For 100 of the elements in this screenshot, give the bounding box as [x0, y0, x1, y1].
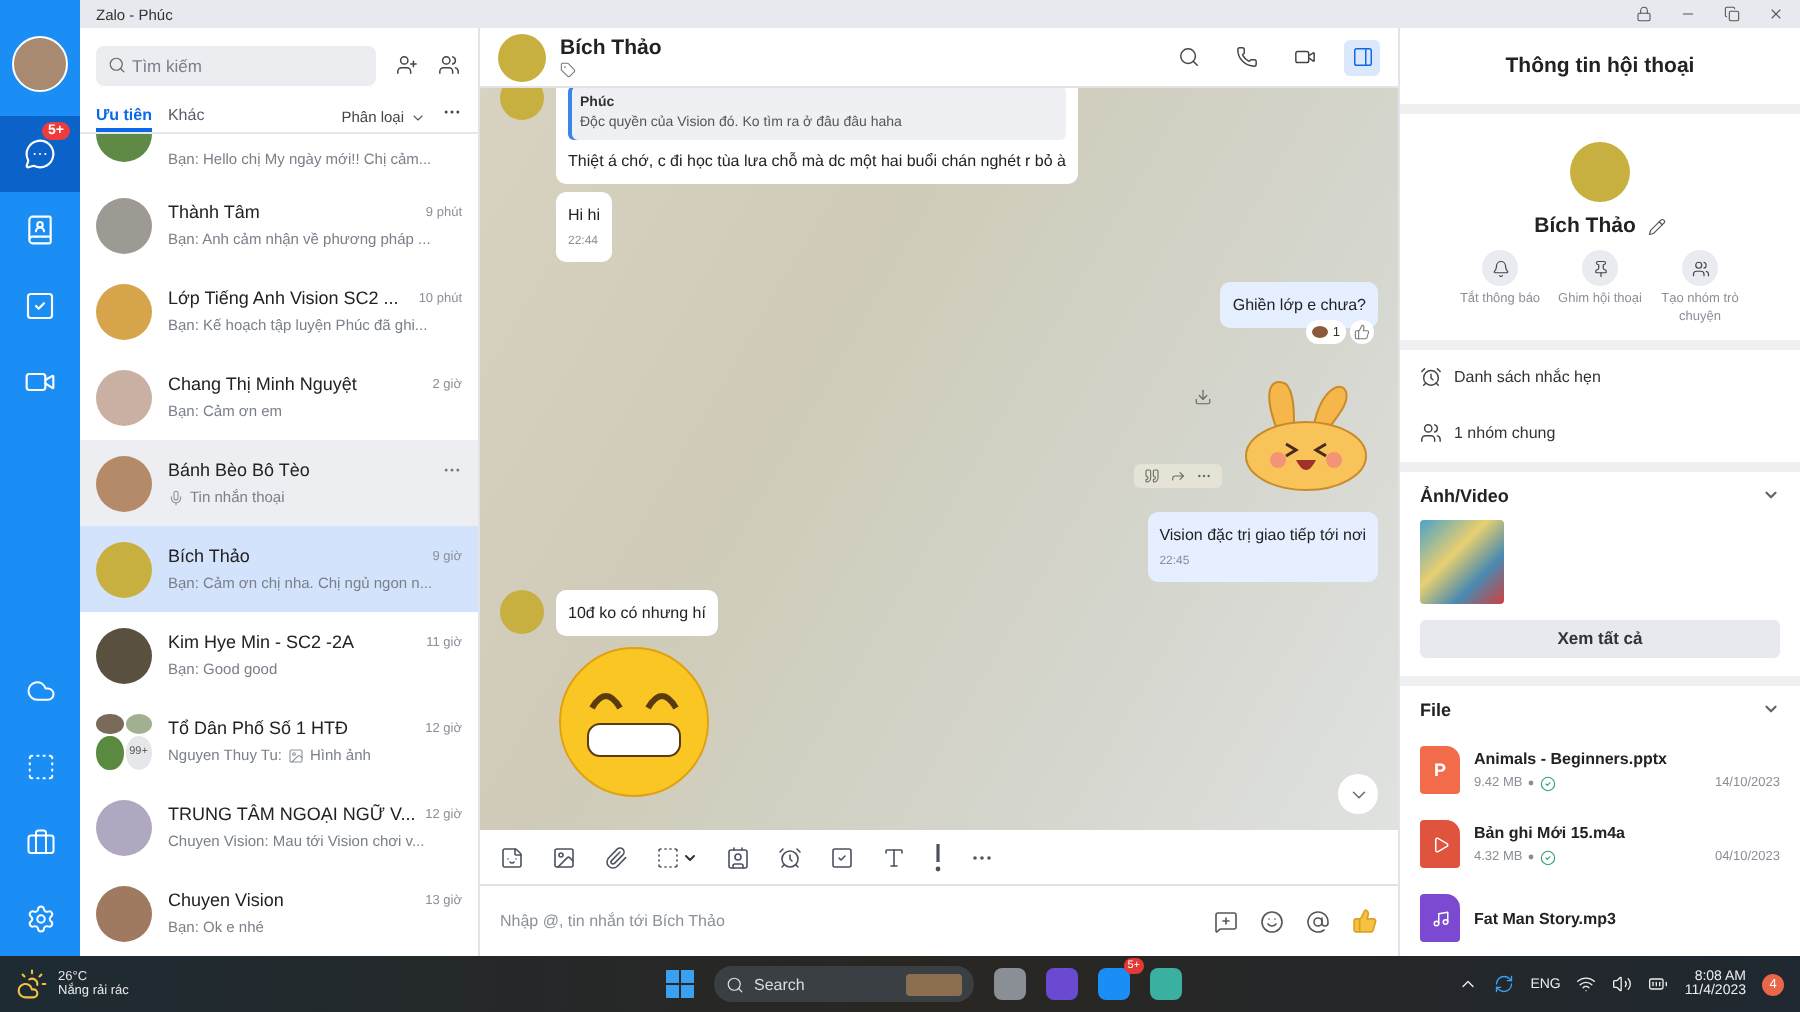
video-camera-icon [1293, 46, 1315, 68]
dashed-square-icon[interactable] [25, 751, 55, 781]
image-icon[interactable] [552, 845, 576, 869]
user-avatar[interactable] [12, 36, 68, 92]
exclamation-icon[interactable] [934, 843, 942, 871]
file-name[interactable]: Fat Man Story.mp3 [1474, 909, 1780, 928]
section-title: Ảnh/Video [1420, 485, 1509, 506]
edit-icon[interactable] [1647, 217, 1666, 235]
taskbar-app-icon[interactable] [1098, 968, 1130, 1000]
info-link[interactable]: Danh sách nhắc hẹn [1454, 368, 1601, 387]
alarm-clock-icon[interactable] [778, 845, 802, 869]
see-all-button[interactable]: Xem tất cả [1420, 619, 1780, 658]
avatar [96, 197, 152, 253]
settings-icon[interactable] [25, 903, 55, 933]
restore-icon[interactable] [1724, 6, 1740, 22]
group-icon [1691, 259, 1709, 277]
bullet-icon [1528, 854, 1535, 861]
image-thumbnail[interactable] [1420, 519, 1504, 604]
pin-icon [1591, 259, 1609, 277]
cloud-icon[interactable] [25, 675, 55, 705]
thumbs-up-icon[interactable] [1352, 908, 1378, 934]
list-tab[interactable]: Khác [167, 102, 205, 132]
speaker-icon[interactable] [1612, 974, 1633, 994]
avatar [96, 541, 152, 597]
action-button[interactable] [1582, 250, 1618, 286]
message-text: Ghiền lớp e chưa? [1232, 296, 1366, 314]
share-icon[interactable] [1170, 468, 1186, 484]
message-text: 10đ ko có nhưng hí [568, 604, 706, 622]
windows-logo-icon[interactable] [666, 970, 694, 998]
avatar [96, 799, 152, 855]
group-icon [1420, 422, 1442, 445]
file-name[interactable]: Bản ghi Mới 15.m4a [1474, 823, 1780, 842]
add-friend-icon[interactable] [396, 54, 418, 77]
chat-title: Bích Thảo [560, 36, 664, 60]
smile-icon[interactable] [1260, 909, 1284, 933]
avatar [96, 369, 152, 425]
message-text: Thiệt á chớ, c đi học tùa lưa chỗ mà dc một hai buổi chán nghét r bỏ à [568, 152, 1066, 170]
avatar [1570, 142, 1630, 202]
taskbar-app-icon[interactable] [994, 968, 1026, 1000]
file-icon [1420, 820, 1460, 869]
caret-icon[interactable] [682, 849, 698, 865]
sync-icon[interactable] [1494, 974, 1515, 994]
wifi-icon[interactable] [1576, 974, 1597, 994]
check-circle-icon [1540, 849, 1557, 866]
sticker-icon[interactable] [500, 845, 524, 869]
avatar [96, 885, 152, 941]
contact-name: Thành Tâm [168, 202, 262, 222]
taskbar-app-icon[interactable] [1046, 968, 1078, 1000]
contact-name: Bánh Bèo Bô Tèo [168, 460, 312, 480]
panel-title: Thông tin hội thoại [1503, 52, 1697, 82]
contact-name: Bích Thảo [1534, 214, 1636, 238]
create-group-icon[interactable] [438, 54, 460, 77]
message-plus-icon[interactable] [1214, 909, 1238, 933]
bullet-icon [1528, 780, 1535, 787]
contact-name: Bích Thảo [168, 546, 252, 566]
contact-name: Lớp Tiếng Anh Vision SC2 ... [168, 288, 401, 308]
message-text: Vision đặc trị giao tiếp tới nơi [1159, 526, 1366, 544]
avatar [500, 88, 544, 120]
phone-icon [1235, 46, 1257, 68]
file-icon [1420, 894, 1460, 943]
text-format-icon[interactable] [882, 845, 906, 869]
action-button[interactable] [1482, 250, 1518, 286]
taskbar-search[interactable]: Search [714, 966, 974, 1002]
taskbar-app-icon[interactable] [1150, 968, 1182, 1000]
header-button[interactable] [1344, 39, 1380, 75]
avatar [96, 283, 152, 339]
chat-bubble-icon [24, 138, 56, 170]
info-link[interactable]: 1 nhóm chung [1454, 424, 1556, 443]
checkbox-icon[interactable] [830, 845, 854, 869]
contact-card-icon[interactable] [726, 845, 750, 869]
contact-name: Tổ Dân Phố Số 1 HTĐ [168, 718, 351, 738]
close-icon[interactable] [1768, 6, 1784, 22]
search-icon [726, 975, 744, 993]
search-icon [108, 55, 126, 74]
section-title: File [1420, 699, 1452, 720]
lock-icon[interactable] [1636, 6, 1652, 22]
battery-icon[interactable] [1648, 974, 1669, 994]
weather-icon[interactable] [16, 968, 48, 1000]
search-icon [1177, 46, 1199, 68]
file-name[interactable]: Animals - Beginners.pptx [1474, 749, 1780, 768]
reaction-emoji-icon [1312, 326, 1329, 338]
contact-book-icon [24, 214, 56, 246]
briefcase-icon[interactable] [25, 827, 55, 857]
avatar [96, 627, 152, 683]
download-icon[interactable] [1194, 388, 1212, 406]
quote-icon[interactable] [1144, 468, 1160, 484]
contact-name: Kim Hye Min - SC2 -2A [168, 632, 357, 652]
file-icon: P [1420, 746, 1460, 795]
paperclip-icon[interactable] [604, 845, 628, 869]
search-field[interactable]: Tìm kiếm [96, 45, 376, 86]
tag-icon[interactable] [560, 62, 576, 78]
action-button[interactable] [1682, 250, 1718, 286]
avatar [96, 455, 152, 511]
like-button[interactable] [1350, 320, 1374, 344]
message-input[interactable]: Nhập @, tin nhắn tới Bích Thảo [500, 912, 1192, 930]
bell-icon [1491, 259, 1509, 277]
contact-name: Chang Thị Minh Nguyệt [168, 374, 359, 394]
at-sign-icon[interactable] [1306, 909, 1330, 933]
dashed-square-icon[interactable] [656, 845, 680, 869]
contact-name: TRUNG TÂM NGOẠI NGỮ V... [168, 804, 418, 824]
